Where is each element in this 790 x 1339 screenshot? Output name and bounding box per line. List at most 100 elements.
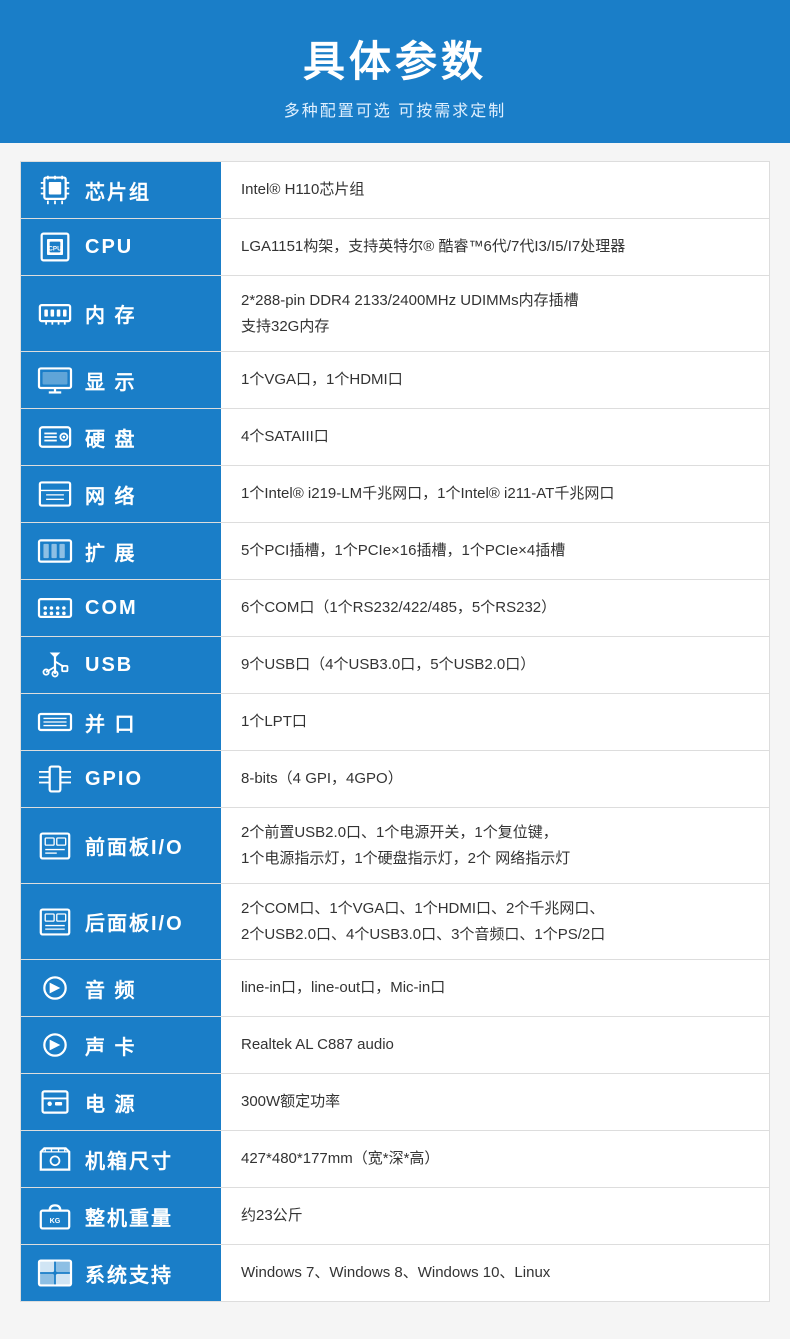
spec-row-expansion: 扩 展 5个PCI插槽，1个PCIe×16插槽，1个PCIe×4插槽 [21, 523, 769, 580]
spec-row-usb: USB 9个USB口（4个USB3.0口，5个USB2.0口） [21, 637, 769, 694]
spec-table: 芯片组 Intel® H110芯片组 CPU CPU LGA1151构架，支持英… [20, 161, 770, 1302]
spec-label-chipset: 芯片组 [21, 162, 221, 218]
spec-name-reario: 后面板I/O [85, 907, 184, 936]
spec-row-hdd: 硬 盘 4个SATAIII口 [21, 409, 769, 466]
gpio-icon [35, 761, 75, 797]
spec-value-size: 427*480*177mm（宽*深*高） [221, 1131, 769, 1187]
spec-row-frontio: 前面板I/O 2个前置USB2.0口、1个电源开关，1个复位键，1个电源指示灯，… [21, 808, 769, 884]
spec-name-size: 机箱尺寸 [85, 1145, 173, 1174]
spec-row-display: 显 示 1个VGA口，1个HDMI口 [21, 352, 769, 409]
spec-value-soundcard: Realtek AL C887 audio [221, 1017, 769, 1073]
page-subtitle: 多种配置可选 可按需求定制 [20, 97, 770, 121]
spec-label-expansion: 扩 展 [21, 523, 221, 579]
spec-name-hdd: 硬 盘 [85, 423, 137, 452]
spec-label-hdd: 硬 盘 [21, 409, 221, 465]
header: 具体参数 多种配置可选 可按需求定制 [0, 0, 790, 143]
chipset-icon [35, 172, 75, 208]
spec-label-weight: KG 整机重量 [21, 1188, 221, 1244]
spec-name-parallel: 并 口 [85, 708, 137, 737]
os-icon [35, 1255, 75, 1291]
spec-row-os: 系统支持 Windows 7、Windows 8、Windows 10、Linu… [21, 1245, 769, 1301]
svg-text:CPU: CPU [48, 246, 62, 253]
spec-value-reario: 2个COM口、1个VGA口、1个HDMI口、2个千兆网口、2个USB2.0口、4… [221, 884, 769, 959]
hdd-icon [35, 419, 75, 455]
spec-label-display: 显 示 [21, 352, 221, 408]
display-icon [35, 362, 75, 398]
spec-label-soundcard: 声 卡 [21, 1017, 221, 1073]
size-icon [35, 1141, 75, 1177]
spec-row-com: COM 6个COM口（1个RS232/422/485，5个RS232） [21, 580, 769, 637]
parallel-icon [35, 704, 75, 740]
spec-name-frontio: 前面板I/O [85, 831, 184, 860]
spec-value-parallel: 1个LPT口 [221, 694, 769, 750]
network-icon [35, 476, 75, 512]
spec-row-size: 机箱尺寸 427*480*177mm（宽*深*高） [21, 1131, 769, 1188]
reario-icon [35, 904, 75, 940]
power-icon [35, 1084, 75, 1120]
spec-name-network: 网 络 [85, 480, 137, 509]
spec-value-gpio: 8-bits（4 GPI，4GPO） [221, 751, 769, 807]
spec-row-chipset: 芯片组 Intel® H110芯片组 [21, 162, 769, 219]
frontio-icon [35, 828, 75, 864]
spec-row-reario: 后面板I/O 2个COM口、1个VGA口、1个HDMI口、2个千兆网口、2个US… [21, 884, 769, 960]
spec-label-usb: USB [21, 637, 221, 693]
spec-label-reario: 后面板I/O [21, 884, 221, 959]
spec-label-com: COM [21, 580, 221, 636]
spec-name-os: 系统支持 [85, 1259, 173, 1288]
spec-row-audio: 音 频 line-in口，line-out口，Mic-in口 [21, 960, 769, 1017]
spec-label-memory: 内 存 [21, 276, 221, 351]
spec-row-power: 电 源 300W额定功率 [21, 1074, 769, 1131]
cpu-icon: CPU [35, 229, 75, 265]
spec-value-power: 300W额定功率 [221, 1074, 769, 1130]
spec-label-gpio: GPIO [21, 751, 221, 807]
soundcard-icon [35, 1027, 75, 1063]
spec-value-expansion: 5个PCI插槽，1个PCIe×16插槽，1个PCIe×4插槽 [221, 523, 769, 579]
spec-value-hdd: 4个SATAIII口 [221, 409, 769, 465]
spec-label-size: 机箱尺寸 [21, 1131, 221, 1187]
spec-name-gpio: GPIO [85, 768, 143, 791]
spec-label-os: 系统支持 [21, 1245, 221, 1301]
spec-value-com: 6个COM口（1个RS232/422/485，5个RS232） [221, 580, 769, 636]
spec-label-parallel: 并 口 [21, 694, 221, 750]
spec-label-cpu: CPU CPU [21, 219, 221, 275]
spec-label-audio: 音 频 [21, 960, 221, 1016]
spec-row-cpu: CPU CPU LGA1151构架，支持英特尔® 酷睿™6代/7代I3/I5/I… [21, 219, 769, 276]
spec-name-audio: 音 频 [85, 974, 137, 1003]
spec-name-display: 显 示 [85, 366, 137, 395]
spec-name-usb: USB [85, 654, 133, 677]
page-title: 具体参数 [20, 28, 770, 89]
svg-text:KG: KG [50, 1217, 61, 1225]
spec-value-cpu: LGA1151构架，支持英特尔® 酷睿™6代/7代I3/I5/I7处理器 [221, 219, 769, 275]
spec-value-memory: 2*288-pin DDR4 2133/2400MHz UDIMMs内存插槽支持… [221, 276, 769, 351]
spec-name-weight: 整机重量 [85, 1202, 173, 1231]
usb-icon [35, 647, 75, 683]
spec-value-network: 1个Intel® i219-LM千兆网口，1个Intel® i211-AT千兆网… [221, 466, 769, 522]
spec-value-os: Windows 7、Windows 8、Windows 10、Linux [221, 1245, 769, 1301]
spec-name-chipset: 芯片组 [85, 176, 151, 205]
spec-label-frontio: 前面板I/O [21, 808, 221, 883]
spec-value-chipset: Intel® H110芯片组 [221, 162, 769, 218]
memory-icon [35, 296, 75, 332]
weight-icon: KG [35, 1198, 75, 1234]
spec-name-cpu: CPU [85, 236, 133, 259]
spec-name-com: COM [85, 597, 138, 620]
spec-row-soundcard: 声 卡 Realtek AL C887 audio [21, 1017, 769, 1074]
spec-row-gpio: GPIO 8-bits（4 GPI，4GPO） [21, 751, 769, 808]
spec-value-frontio: 2个前置USB2.0口、1个电源开关，1个复位键，1个电源指示灯，1个硬盘指示灯… [221, 808, 769, 883]
audio-icon [35, 970, 75, 1006]
spec-value-display: 1个VGA口，1个HDMI口 [221, 352, 769, 408]
spec-row-network: 网 络 1个Intel® i219-LM千兆网口，1个Intel® i211-A… [21, 466, 769, 523]
spec-value-usb: 9个USB口（4个USB3.0口，5个USB2.0口） [221, 637, 769, 693]
spec-value-weight: 约23公斤 [221, 1188, 769, 1244]
spec-name-memory: 内 存 [85, 299, 137, 328]
expansion-icon [35, 533, 75, 569]
spec-name-expansion: 扩 展 [85, 537, 137, 566]
spec-name-soundcard: 声 卡 [85, 1031, 137, 1060]
com-icon [35, 590, 75, 626]
spec-label-power: 电 源 [21, 1074, 221, 1130]
spec-value-audio: line-in口，line-out口，Mic-in口 [221, 960, 769, 1016]
spec-row-weight: KG 整机重量 约23公斤 [21, 1188, 769, 1245]
spec-row-memory: 内 存 2*288-pin DDR4 2133/2400MHz UDIMMs内存… [21, 276, 769, 352]
spec-name-power: 电 源 [85, 1088, 137, 1117]
spec-row-parallel: 并 口 1个LPT口 [21, 694, 769, 751]
